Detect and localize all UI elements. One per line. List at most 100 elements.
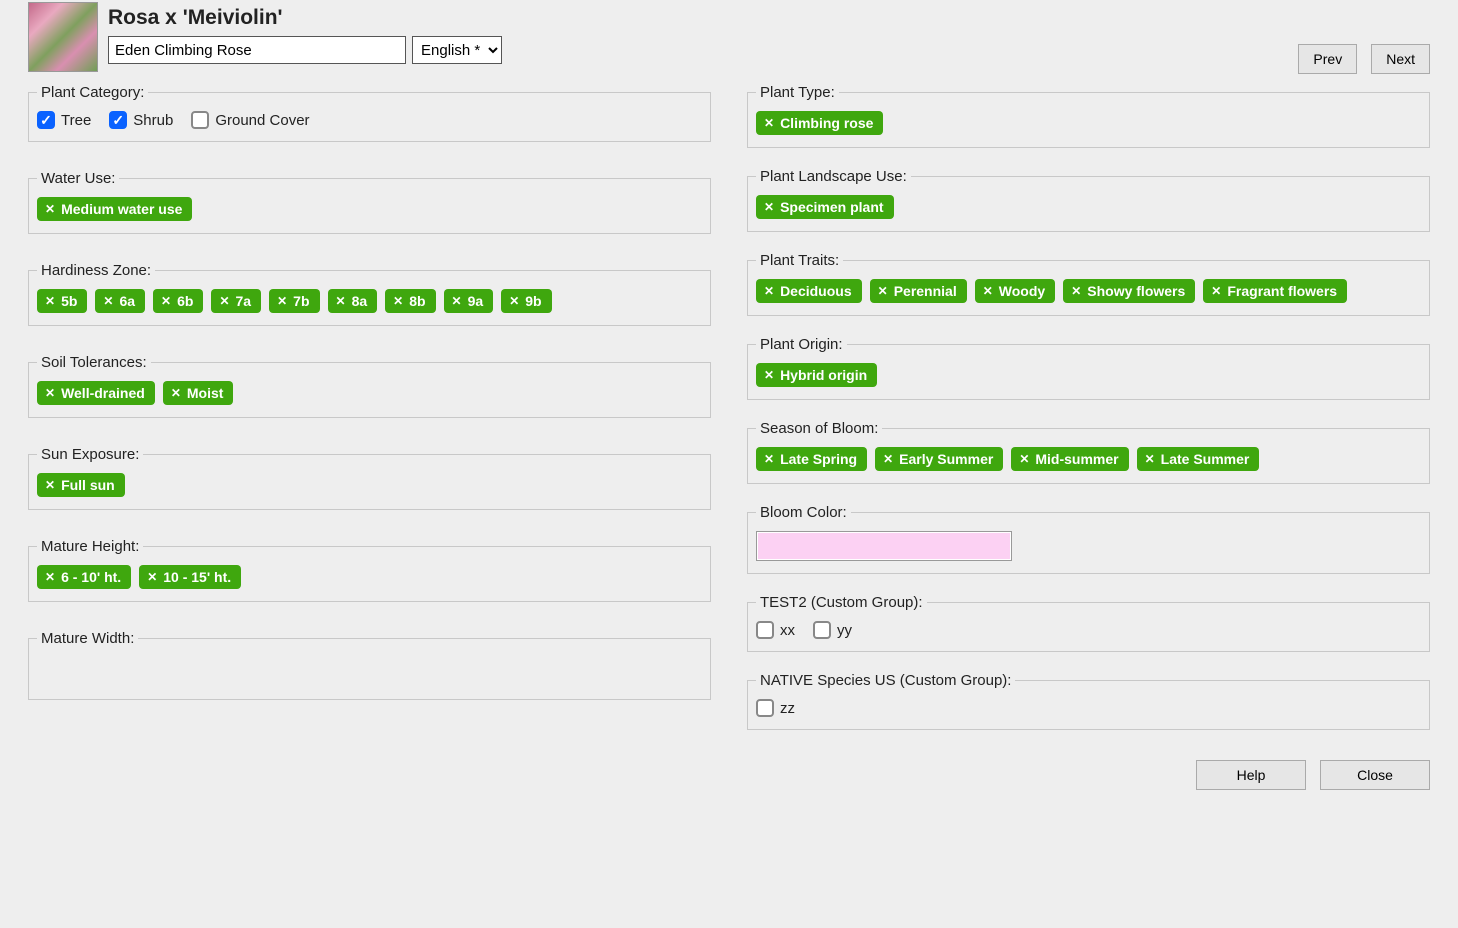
tag-remove-icon[interactable]: ✕ xyxy=(1145,453,1155,465)
plant-traits-tag[interactable]: ✕Woody xyxy=(975,279,1055,303)
check-label: yy xyxy=(837,622,852,639)
plant-thumbnail[interactable] xyxy=(28,2,98,72)
tag-remove-icon[interactable]: ✕ xyxy=(336,295,346,307)
hardiness-zone-tag[interactable]: ✕ 6b xyxy=(153,289,203,313)
plant-traits-tag[interactable]: ✕ Perennial xyxy=(870,279,967,303)
soil-tolerances-tag[interactable]: ✕Well-drained xyxy=(37,381,155,405)
plant-origin-tag[interactable]: ✕ Hybrid origin xyxy=(756,363,877,387)
tag-label: Climbing rose xyxy=(780,115,873,131)
plant-traits-group: Plant Traits: ✕Deciduous✕Perennial✕Woody… xyxy=(747,252,1430,316)
check-item-shrub[interactable]: Shrub xyxy=(109,111,173,129)
tag-label: 10 - 15' ht. xyxy=(163,569,231,585)
tag-label: 8b xyxy=(409,293,425,309)
tag-remove-icon[interactable]: ✕ xyxy=(1019,453,1029,465)
tag-remove-icon[interactable]: ✕ xyxy=(161,295,171,307)
season-of-bloom-tag[interactable]: ✕ Early Summer xyxy=(875,447,1003,471)
plant-traits-tag[interactable]: ✕Showy flowers xyxy=(1063,279,1195,303)
tag-label: Hybrid origin xyxy=(780,367,867,383)
tag-remove-icon[interactable]: ✕ xyxy=(764,117,774,129)
hardiness-zone-tag[interactable]: ✕ 8b xyxy=(385,289,435,313)
tag-remove-icon[interactable]: ✕ xyxy=(277,295,287,307)
check-label: xx xyxy=(780,622,795,639)
tag-remove-icon[interactable]: ✕ xyxy=(878,285,888,297)
tag-label: Early Summer xyxy=(899,451,993,467)
tag-label: 6b xyxy=(177,293,193,309)
tag-remove-icon[interactable]: ✕ xyxy=(393,295,403,307)
checkbox-yy[interactable] xyxy=(813,621,831,639)
hardiness-zone-tag[interactable]: ✕6a xyxy=(95,289,145,313)
tag-remove-icon[interactable]: ✕ xyxy=(147,571,157,583)
header: Rosa x 'Meiviolin' English * Prev Next xyxy=(28,0,1430,74)
plant-traits-tag[interactable]: ✕Fragrant flowers xyxy=(1203,279,1347,303)
season-of-bloom-legend: Season of Bloom: xyxy=(756,420,882,437)
sun-exposure-group: Sun Exposure: ✕Full sun xyxy=(28,446,711,510)
prev-button[interactable]: Prev xyxy=(1298,44,1357,74)
tag-remove-icon[interactable]: ✕ xyxy=(1071,285,1081,297)
language-select[interactable]: English * xyxy=(412,36,502,64)
help-button[interactable]: Help xyxy=(1196,760,1306,790)
tag-remove-icon[interactable]: ✕ xyxy=(764,285,774,297)
tag-remove-icon[interactable]: ✕ xyxy=(45,295,55,307)
hardiness-zone-tag[interactable]: ✕9a xyxy=(444,289,494,313)
tag-remove-icon[interactable]: ✕ xyxy=(171,387,181,399)
tag-remove-icon[interactable]: ✕ xyxy=(883,453,893,465)
tag-label: 9b xyxy=(525,293,541,309)
tag-label: Moist xyxy=(187,385,224,401)
bloom-color-legend: Bloom Color: xyxy=(756,504,851,521)
right-column: Plant Type: ✕Climbing rose Plant Landsca… xyxy=(747,84,1430,730)
tag-remove-icon[interactable]: ✕ xyxy=(509,295,519,307)
checkbox-shrub[interactable] xyxy=(109,111,127,129)
mature-height-tag[interactable]: ✕6 - 10' ht. xyxy=(37,565,131,589)
close-button[interactable]: Close xyxy=(1320,760,1430,790)
checkbox-xx[interactable] xyxy=(756,621,774,639)
checkbox-ground-cover[interactable] xyxy=(191,111,209,129)
check-item-zz[interactable]: zz xyxy=(756,699,795,717)
season-of-bloom-tag[interactable]: ✕Late Spring xyxy=(756,447,867,471)
hardiness-zone-tag[interactable]: ✕7a xyxy=(211,289,261,313)
tag-remove-icon[interactable]: ✕ xyxy=(452,295,462,307)
tag-remove-icon[interactable]: ✕ xyxy=(1211,285,1221,297)
tag-remove-icon[interactable]: ✕ xyxy=(764,453,774,465)
tag-label: Perennial xyxy=(894,283,957,299)
plant-traits-tag[interactable]: ✕Deciduous xyxy=(756,279,862,303)
footer: Help Close xyxy=(28,760,1430,790)
plant-type-tag[interactable]: ✕ Climbing rose xyxy=(756,111,883,135)
check-item-ground-cover[interactable]: Ground Cover xyxy=(191,111,309,129)
soil-tolerances-legend: Soil Tolerances: xyxy=(37,354,151,371)
plant-origin-legend: Plant Origin: xyxy=(756,336,847,353)
hardiness-zone-tag[interactable]: ✕ 5b xyxy=(37,289,87,313)
tag-remove-icon[interactable]: ✕ xyxy=(45,387,55,399)
common-name-input[interactable] xyxy=(108,36,406,64)
tag-remove-icon[interactable]: ✕ xyxy=(45,203,55,215)
tag-label: 5b xyxy=(61,293,77,309)
hardiness-zone-tag[interactable]: ✕ 9b xyxy=(501,289,551,313)
plant-landscape-use-tag[interactable]: ✕Specimen plant xyxy=(756,195,894,219)
tag-remove-icon[interactable]: ✕ xyxy=(764,201,774,213)
hardiness-zone-tag[interactable]: ✕ 7b xyxy=(269,289,319,313)
check-item-tree[interactable]: Tree xyxy=(37,111,91,129)
mature-height-tag[interactable]: ✕ 10 - 15' ht. xyxy=(139,565,241,589)
hardiness-zone-tag[interactable]: ✕8a xyxy=(328,289,378,313)
tag-remove-icon[interactable]: ✕ xyxy=(103,295,113,307)
tag-label: 7b xyxy=(293,293,309,309)
tag-remove-icon[interactable]: ✕ xyxy=(219,295,229,307)
season-of-bloom-tag[interactable]: ✕Late Summer xyxy=(1137,447,1260,471)
sun-exposure-tag[interactable]: ✕Full sun xyxy=(37,473,125,497)
bloom-color-swatch[interactable] xyxy=(756,531,1012,561)
checkbox-tree[interactable] xyxy=(37,111,55,129)
check-item-yy[interactable]: yy xyxy=(813,621,852,639)
check-item-xx[interactable]: xx xyxy=(756,621,795,639)
tag-remove-icon[interactable]: ✕ xyxy=(45,571,55,583)
soil-tolerances-tag[interactable]: ✕ Moist xyxy=(163,381,234,405)
tag-remove-icon[interactable]: ✕ xyxy=(764,369,774,381)
plant-landscape-use-legend: Plant Landscape Use: xyxy=(756,168,911,185)
mature-width-legend: Mature Width: xyxy=(37,630,138,647)
water-use-tag[interactable]: ✕Medium water use xyxy=(37,197,192,221)
tag-remove-icon[interactable]: ✕ xyxy=(983,285,993,297)
next-button[interactable]: Next xyxy=(1371,44,1430,74)
plant-landscape-use-group: Plant Landscape Use: ✕Specimen plant xyxy=(747,168,1430,232)
tag-remove-icon[interactable]: ✕ xyxy=(45,479,55,491)
checkbox-zz[interactable] xyxy=(756,699,774,717)
test2-group: TEST2 (Custom Group): xx yy xyxy=(747,594,1430,652)
season-of-bloom-tag[interactable]: ✕Mid-summer xyxy=(1011,447,1128,471)
